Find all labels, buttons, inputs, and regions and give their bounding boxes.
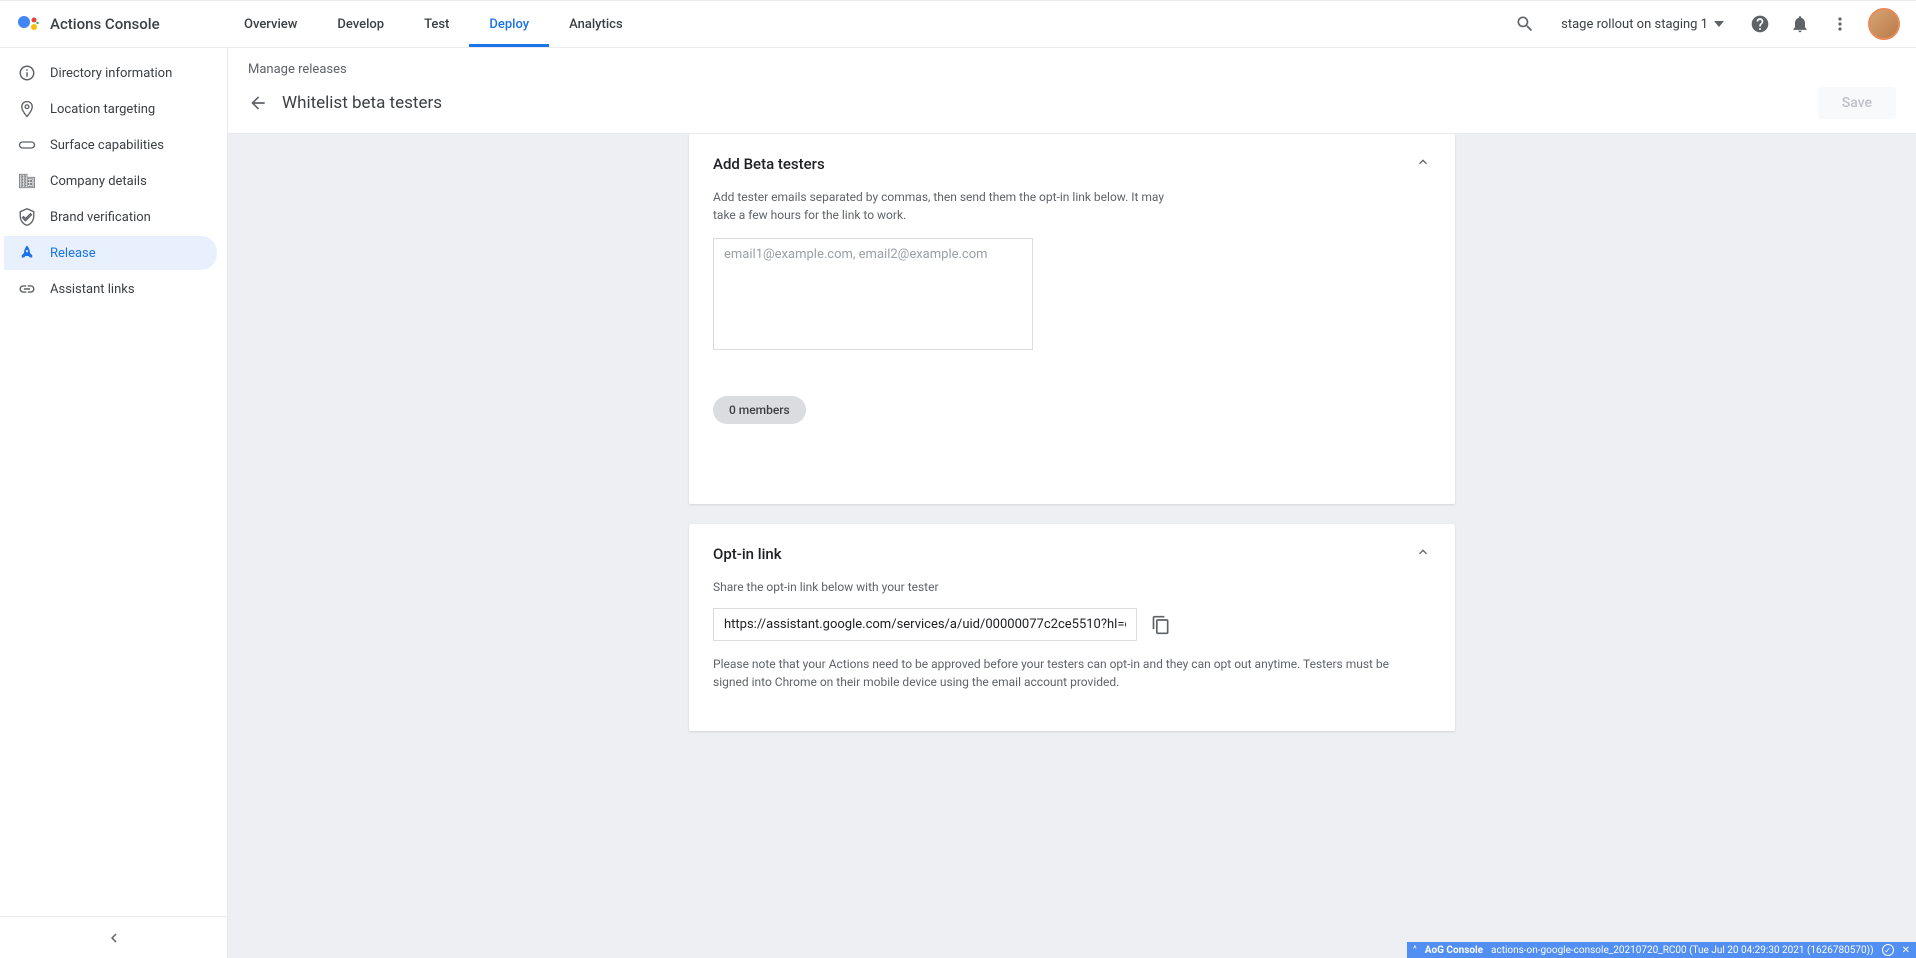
project-name: stage rollout on staging 1: [1561, 17, 1708, 32]
chevron-left-icon: [105, 929, 123, 947]
add-testers-card: Add Beta testers Add tester emails separ…: [689, 134, 1455, 504]
more-icon[interactable]: [1828, 12, 1852, 36]
tester-emails-input[interactable]: [713, 238, 1033, 350]
sidebar-item-label: Company details: [50, 174, 147, 189]
sidebar-item-label: Assistant links: [50, 282, 135, 297]
optin-row: [713, 608, 1431, 641]
tab-test[interactable]: Test: [404, 1, 469, 47]
optin-url-input[interactable]: [713, 608, 1137, 641]
debug-bar: ^ AoG Console actions-on-google-console_…: [1407, 942, 1916, 958]
optin-link-card: Opt-in link Share the opt-in link below …: [689, 524, 1455, 731]
tab-analytics[interactable]: Analytics: [549, 1, 643, 47]
sidebar-item-release[interactable]: Release: [4, 236, 217, 270]
copy-button[interactable]: [1151, 615, 1171, 635]
card-header: Add Beta testers: [713, 154, 1431, 174]
sidebar-item-location[interactable]: Location targeting: [4, 92, 217, 126]
sidebar-item-label: Release: [50, 246, 96, 261]
card-title: Opt-in link: [713, 545, 782, 563]
company-icon: [18, 172, 36, 190]
location-icon: [18, 100, 36, 118]
top-right: stage rollout on staging 1: [1513, 8, 1900, 40]
sidebar-item-brand[interactable]: Brand verification: [4, 200, 217, 234]
sidebar-item-label: Brand verification: [50, 210, 151, 225]
chevron-up-icon: [1415, 544, 1431, 560]
info-icon: [18, 64, 36, 82]
app-title: Actions Console: [50, 15, 160, 33]
sidebar-item-surface[interactable]: Surface capabilities: [4, 128, 217, 162]
layout: Directory information Location targeting…: [0, 48, 1916, 958]
check-icon: ✓: [1882, 944, 1894, 956]
sidebar-item-links[interactable]: Assistant links: [4, 272, 217, 306]
sidebar-item-directory[interactable]: Directory information: [4, 56, 217, 90]
avatar[interactable]: [1868, 8, 1900, 40]
card-subtitle: Share the opt-in link below with your te…: [713, 578, 1173, 596]
breadcrumb[interactable]: Manage releases: [248, 62, 1896, 77]
rocket-icon: [18, 244, 36, 262]
card-subtitle: Add tester emails separated by commas, t…: [713, 188, 1173, 224]
shield-icon: [18, 208, 36, 226]
top-bar: Actions Console Overview Develop Test De…: [0, 0, 1916, 48]
debug-label: AoG Console: [1425, 945, 1483, 956]
tab-overview[interactable]: Overview: [224, 1, 317, 47]
sidebar: Directory information Location targeting…: [0, 48, 228, 958]
card-header: Opt-in link: [713, 544, 1431, 564]
link-icon: [18, 280, 36, 298]
arrow-back-icon: [248, 93, 268, 113]
card-title: Add Beta testers: [713, 155, 825, 173]
chevron-up-icon: [1415, 154, 1431, 170]
help-icon[interactable]: [1748, 12, 1772, 36]
sidebar-item-label: Surface capabilities: [50, 138, 164, 153]
assistant-logo-icon: [16, 12, 40, 36]
sidebar-item-label: Location targeting: [50, 102, 155, 117]
back-button[interactable]: [248, 93, 268, 113]
tab-develop[interactable]: Develop: [317, 1, 404, 47]
main-nav: Overview Develop Test Deploy Analytics: [224, 1, 643, 47]
notifications-icon[interactable]: [1788, 12, 1812, 36]
page-title-row: Whitelist beta testers Save: [248, 87, 1896, 119]
copy-icon: [1151, 615, 1171, 635]
debug-build: actions-on-google-console_20210720_RC00 …: [1491, 945, 1874, 956]
content-body: Add Beta testers Add tester emails separ…: [228, 134, 1916, 958]
surface-icon: [18, 136, 36, 154]
search-icon[interactable]: [1513, 12, 1537, 36]
sidebar-collapse-button[interactable]: [0, 916, 227, 958]
close-icon[interactable]: ✕: [1902, 945, 1910, 956]
sidebar-item-company[interactable]: Company details: [4, 164, 217, 198]
logo-area: Actions Console: [16, 12, 224, 36]
collapse-button[interactable]: [1415, 154, 1431, 174]
page-title: Whitelist beta testers: [282, 93, 442, 113]
dropdown-icon: [1714, 21, 1724, 27]
project-selector[interactable]: stage rollout on staging 1: [1553, 17, 1732, 32]
save-button[interactable]: Save: [1818, 87, 1896, 119]
sidebar-items: Directory information Location targeting…: [0, 48, 227, 916]
optin-note: Please note that your Actions need to be…: [713, 655, 1413, 691]
collapse-button[interactable]: [1415, 544, 1431, 564]
members-chip[interactable]: 0 members: [713, 396, 806, 424]
content-header: Manage releases Whitelist beta testers S…: [228, 48, 1916, 134]
chevron-up-icon[interactable]: ^: [1413, 945, 1417, 955]
sidebar-item-label: Directory information: [50, 66, 172, 81]
tab-deploy[interactable]: Deploy: [469, 1, 549, 47]
content: Manage releases Whitelist beta testers S…: [228, 48, 1916, 958]
